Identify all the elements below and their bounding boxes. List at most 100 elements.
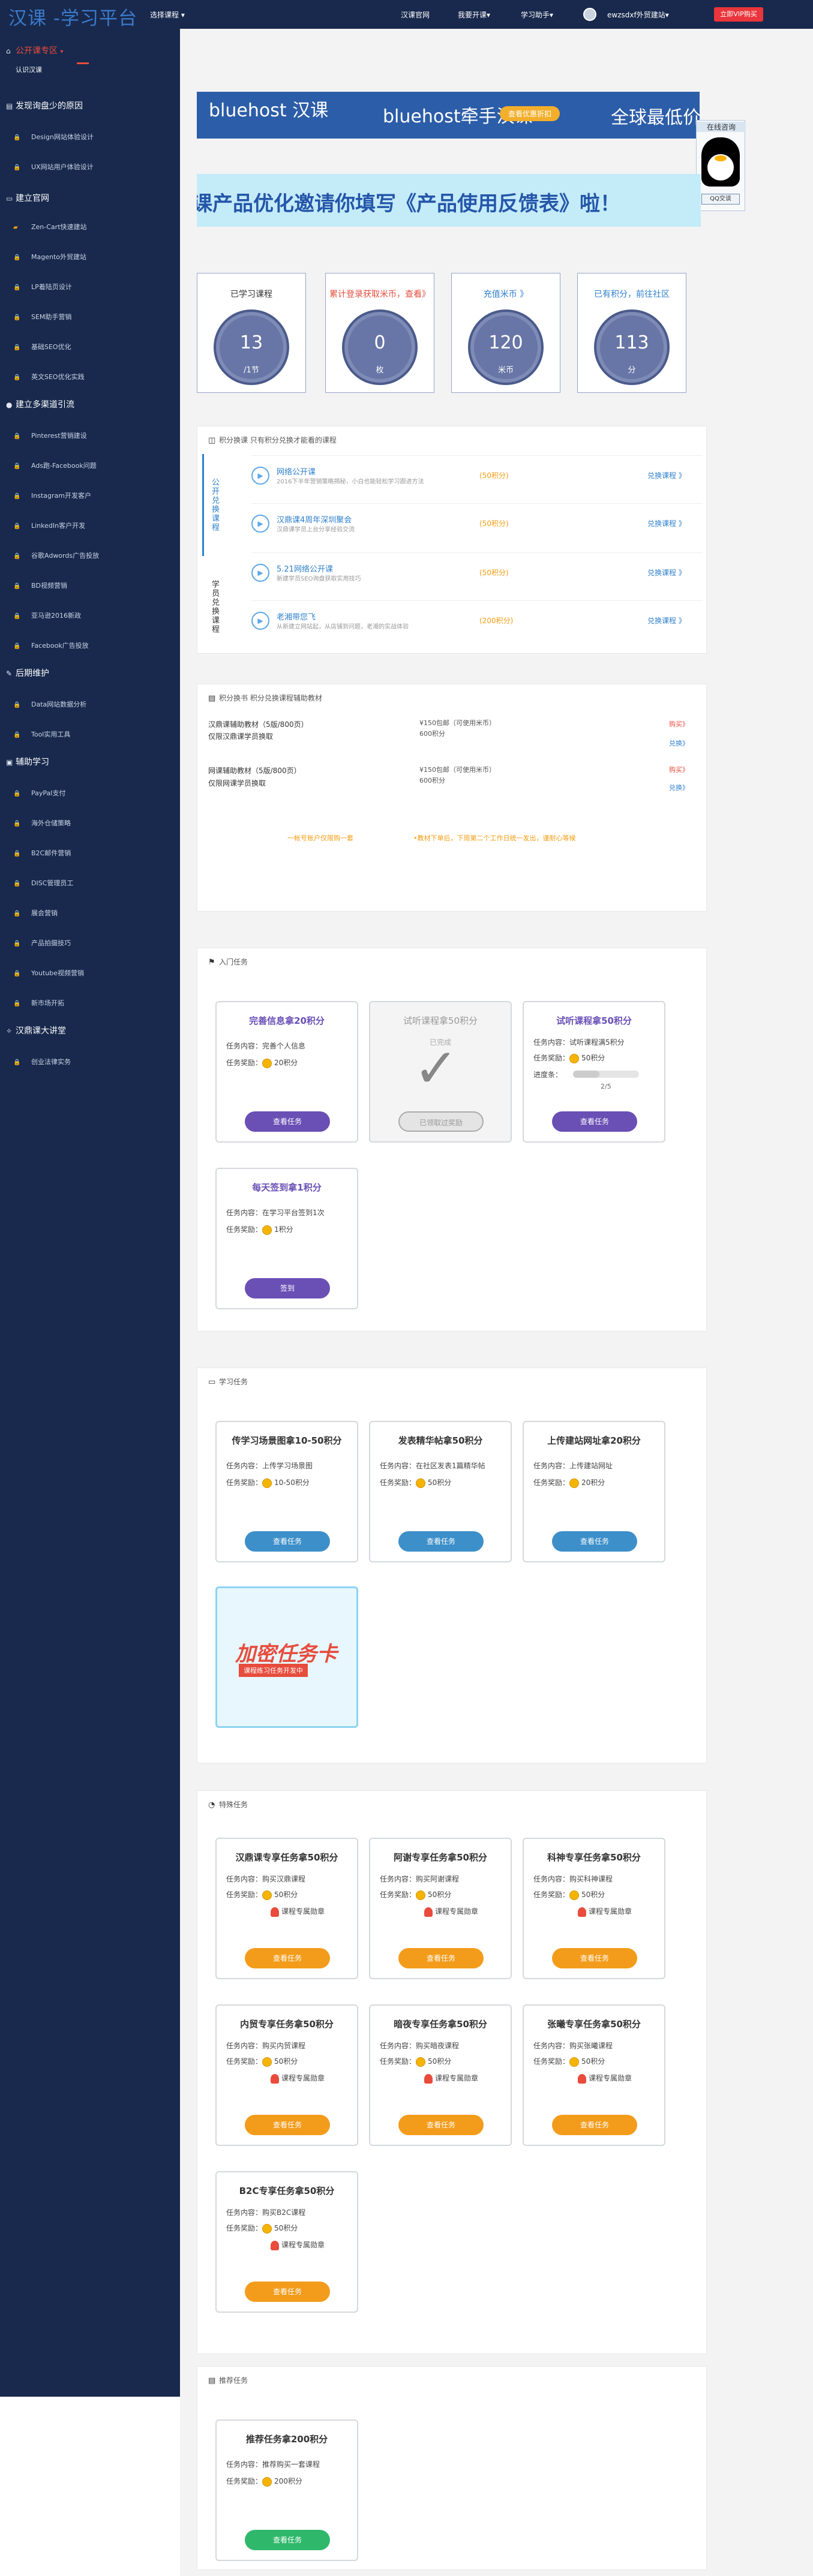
- task-card: 科神专享任务拿50积分 任务内容：购买科神课程 任务奖励： 50积分 课程专属勋章…: [523, 1838, 665, 1979]
- sidebar-item-photo[interactable]: 🔒 产品拍摄技巧: [13, 938, 71, 948]
- sidebar-item-magento[interactable]: 🔒 Magento外贸建站: [13, 252, 86, 261]
- sidebar-item-youtube[interactable]: 🔒 Youtube视频营销: [13, 968, 84, 978]
- view-task-button[interactable]: 查看任务: [552, 2115, 637, 2135]
- play-icon: ▶: [251, 467, 269, 485]
- exchange-button[interactable]: 兑换课程 》: [647, 615, 686, 626]
- lock-icon: 🔒: [13, 910, 21, 917]
- buy-button[interactable]: 购买》: [669, 765, 689, 774]
- coin-icon: [416, 1478, 426, 1488]
- monitor-icon: ▭: [208, 1378, 216, 1387]
- select-course-menu[interactable]: 选择课程 ▾: [150, 10, 185, 20]
- lock-icon: 🔒: [13, 164, 21, 171]
- sidebar-item-b2c-mail[interactable]: 🔒 B2C邮件营销: [13, 848, 71, 858]
- view-task-button[interactable]: 查看任务: [245, 2115, 330, 2135]
- nav-official-site[interactable]: 汉课官网: [401, 10, 430, 20]
- tab-public-exchange[interactable]: 公开兑换课程: [202, 454, 220, 556]
- material-note-right: •教材下单后，下周第二个工作日统一发出，谨耐心等候: [413, 834, 576, 842]
- medal-icon: [271, 2240, 279, 2250]
- task-card: B2C专享任务拿50积分 任务内容：购买B2C课程 任务奖励： 50积分 课程专属…: [215, 2171, 358, 2313]
- play-icon: ▶: [251, 564, 269, 582]
- monitor-icon: ▭: [6, 194, 13, 203]
- promo-sub: 课程练习任务开发中: [239, 1664, 308, 1677]
- learning-tasks: ▭ 学习任务 传学习场景图拿10-50积分 任务内容：上传学习场景图 任务奖励： 1…: [197, 1367, 707, 1763]
- sidebar-section-website[interactable]: ▭ 建立官网: [6, 192, 49, 204]
- bluehost-banner[interactable]: bluehost 汉课 bluehost牵手汉课 全球最低价 查看优惠折扣: [197, 92, 700, 139]
- sidebar-item-bd-video[interactable]: 🔒 BD视频营销: [13, 581, 67, 590]
- lock-icon: 🔒: [13, 583, 21, 590]
- sidebar-item-ux[interactable]: 🔒 UX网站用户体验设计: [13, 162, 94, 172]
- banner-discount-button[interactable]: 查看优惠折扣: [500, 106, 560, 121]
- qq-chat-button[interactable]: QQ交谈: [701, 194, 740, 205]
- sidebar-item-law[interactable]: 🔒 创业法律实务: [13, 1057, 71, 1066]
- sidebar-item-warehouse[interactable]: 🔒 海外仓储策略: [13, 818, 71, 828]
- sidebar-item-about[interactable]: 认识汉课: [16, 65, 42, 74]
- feedback-banner[interactable]: 课产品优化邀请你填写《产品使用反馈表》啦！: [197, 174, 701, 227]
- exchange-button[interactable]: 兑换课程 》: [647, 470, 686, 480]
- sidebar-item-facebook-ads[interactable]: 🔒 Facebook广告投放: [13, 641, 89, 650]
- stat-recharge: 充值米币 》 120 米币: [451, 273, 560, 393]
- view-task-button[interactable]: 查看任务: [245, 1948, 330, 1968]
- encrypted-task-card[interactable]: 加密任务卡 课程练习任务开发中: [215, 1586, 358, 1728]
- sidebar-item-ads-facebook[interactable]: 🔒 Ads跑-Facebook问题: [13, 461, 97, 470]
- sidebar-item-zencart[interactable]: ▰ Zen-Cart快速建站: [13, 222, 87, 232]
- sidebar-item-adwords[interactable]: 🔒 谷歌Adwords广告投放: [13, 551, 99, 560]
- material-price: ¥150包邮（可使用米币）: [419, 766, 496, 774]
- sidebar-item-expo[interactable]: 🔒 展会营销: [13, 908, 58, 918]
- sidebar-item-disc[interactable]: 🔒 DISC管理员工: [13, 878, 73, 888]
- view-task-button[interactable]: 查看任务: [552, 1111, 637, 1132]
- sidebar-item-new-market[interactable]: 🔒 新市场开拓: [13, 998, 64, 1008]
- vip-button[interactable]: 立即VIP购买: [714, 7, 763, 22]
- top-bar: 汉课 -学习平台 选择课程 ▾ 汉课官网 我要开课▾ 学习助手▾ ewzsdxf…: [0, 0, 813, 29]
- avatar[interactable]: [583, 8, 596, 21]
- view-task-button[interactable]: 查看任务: [245, 2530, 330, 2550]
- sidebar-section-reasons[interactable]: ▤ 发现询盘少的原因: [6, 100, 83, 112]
- sidebar-section-open-course[interactable]: ⌂ 公开课专区 ▾: [6, 44, 63, 56]
- section-title: ⚑ 入门任务: [208, 958, 248, 967]
- sidebar-section-lecture[interactable]: ✧ 汉鼎课大讲堂: [6, 1024, 66, 1036]
- task-card-completed: 试听课程拿50积分 已完成 ✓ 已领取过奖励: [369, 1001, 512, 1143]
- sidebar-item-design[interactable]: 🔒 Design网站体验设计: [13, 132, 94, 142]
- exchange-button[interactable]: 兑换课程 》: [647, 518, 686, 528]
- material-sub: 仅限汉鼎课学员换取: [208, 732, 274, 741]
- view-task-button[interactable]: 查看任务: [398, 1948, 484, 1968]
- sidebar-section-assist[interactable]: ▣ 辅助学习: [6, 756, 49, 768]
- view-task-button[interactable]: 查看任务: [552, 1531, 637, 1552]
- sidebar-item-data[interactable]: 🔒 Data网站数据分析: [13, 699, 86, 709]
- sidebar-item-linkedin[interactable]: 🔒 LinkedIn客户开发: [13, 521, 85, 530]
- user-menu[interactable]: ewzsdxf外贸建站▾: [607, 10, 669, 20]
- book-icon: ▤: [208, 694, 216, 703]
- nav-study-assistant[interactable]: 学习助手▾: [521, 10, 553, 20]
- tab-student-exchange[interactable]: 学员兑换课程: [202, 556, 220, 658]
- sidebar-item-seo-basic[interactable]: 🔒 基础SEO优化: [13, 342, 71, 351]
- graduation-icon: ✧: [6, 1027, 13, 1035]
- lock-icon: 🔒: [13, 134, 21, 141]
- view-task-button[interactable]: 查看任务: [245, 1111, 330, 1132]
- medal-icon: [271, 1907, 279, 1917]
- nav-open-course[interactable]: 我要开课▾: [458, 10, 490, 20]
- material-price: ¥150包邮（可使用米币）: [419, 719, 496, 727]
- view-task-button[interactable]: 查看任务: [552, 1948, 637, 1968]
- redeem-button[interactable]: 兑换》: [669, 783, 689, 792]
- buy-button[interactable]: 购买》: [669, 719, 689, 729]
- lock-icon: 🔒: [13, 970, 21, 977]
- view-task-button[interactable]: 查看任务: [245, 1531, 330, 1552]
- sidebar-item-sem[interactable]: 🔒 SEM助手营销: [13, 312, 71, 321]
- view-task-button[interactable]: 查看任务: [398, 1531, 484, 1552]
- stat-coins: 累计登录获取米币，查看》 0 枚: [325, 273, 434, 393]
- sidebar-item-pinterest[interactable]: 🔒 Pinterest营销建设: [13, 431, 87, 440]
- redeem-button[interactable]: 兑换》: [669, 738, 689, 748]
- sidebar-item-seo-en[interactable]: 🔒 英文SEO优化实践: [13, 372, 85, 381]
- sidebar-item-tool[interactable]: 🔒 Tool实用工具: [13, 729, 70, 739]
- view-task-button[interactable]: 查看任务: [398, 2115, 484, 2135]
- sidebar-item-lp[interactable]: 🔒 LP着陆页设计: [13, 282, 72, 291]
- sidebar-section-maintenance[interactable]: ✎ 后期维护: [6, 667, 49, 679]
- sidebar-section-traffic[interactable]: ● 建立多渠道引流: [6, 398, 74, 410]
- sidebar-item-paypal[interactable]: 🔒 PayPal支付: [13, 788, 65, 798]
- sidebar-item-amazon[interactable]: 🔒 亚马逊2016新政: [13, 611, 81, 620]
- checkin-button[interactable]: 签到: [245, 1278, 330, 1298]
- site-logo[interactable]: 汉课 -学习平台: [8, 3, 137, 30]
- exchange-button[interactable]: 兑换课程 》: [647, 567, 686, 578]
- view-task-button[interactable]: 查看任务: [245, 2282, 330, 2302]
- lock-icon: 🔒: [13, 1000, 21, 1007]
- sidebar-item-instagram[interactable]: 🔒 Instagram开发客户: [13, 491, 91, 500]
